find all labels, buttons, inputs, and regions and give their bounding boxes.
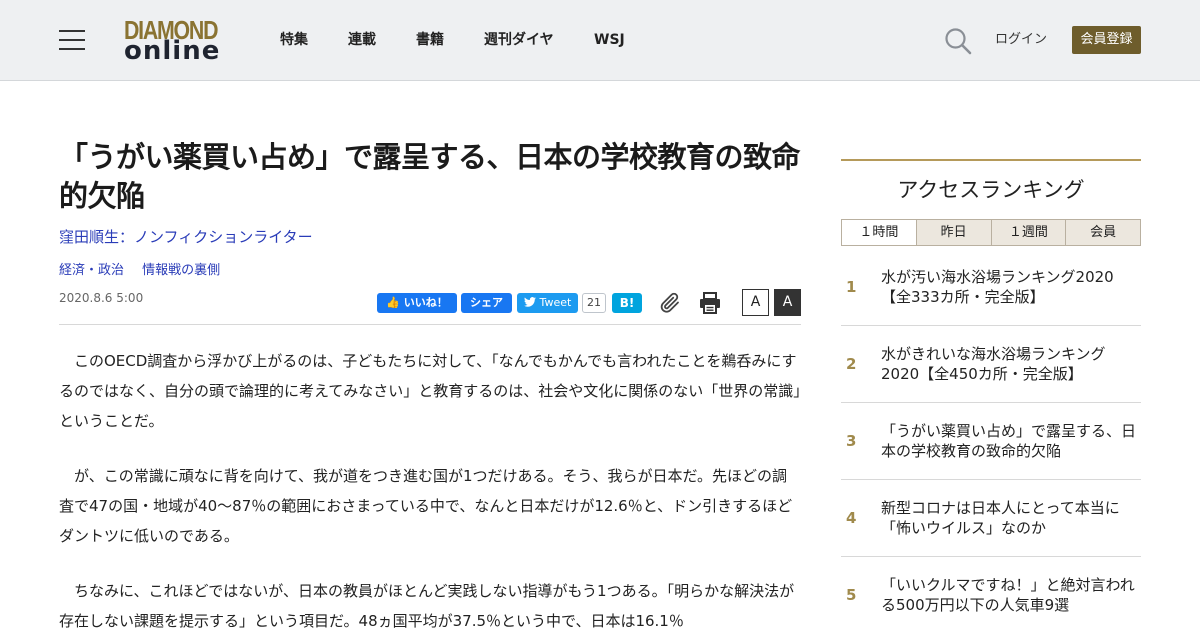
ranking-number: 4 <box>846 509 857 527</box>
ranking-item[interactable]: 2 水がきれいな海水浴場ランキング2020【全450カ所・完全版】 <box>841 326 1141 403</box>
ranking-item[interactable]: 1 水が汚い海水浴場ランキング2020【全333カ所・完全版】 <box>841 249 1141 326</box>
facebook-like-label: いいね！ <box>403 296 448 309</box>
search-icon[interactable] <box>944 27 972 55</box>
menu-icon-bar <box>59 30 85 32</box>
tab-yesterday[interactable]: 昨日 <box>915 220 991 245</box>
ranking-headline: 「うがい薬買い占め」で露呈する、日本の学校教育の致命的欠陥 <box>881 422 1137 460</box>
tab-1-hour[interactable]: １時間 <box>842 220 916 245</box>
menu-icon-bar <box>59 39 85 41</box>
article-tags: 経済・政治 情報戦の裏側 <box>59 262 234 280</box>
tag-link-series[interactable]: 情報戦の裏側 <box>142 263 220 278</box>
article-author[interactable]: 窪田順生：ノンフィクションライター <box>59 227 313 247</box>
nav-item-weekly-diamond[interactable]: 週刊ダイヤ <box>484 31 554 49</box>
tweet-button[interactable]: Tweet <box>517 293 578 313</box>
ranking-headline: 新型コロナは日本人にとって本当に「怖いウイルス」なのか <box>881 499 1120 537</box>
article-divider <box>59 324 801 325</box>
ranking-number: 3 <box>846 432 857 450</box>
font-size-large-button[interactable]: A <box>774 289 801 316</box>
thumbs-up-icon: 👍 <box>386 296 400 309</box>
article-paragraph: が、この常識に頑なに背を向けて、我が道をつき進む国が1つだけある。そう、我らが日… <box>59 467 793 545</box>
ranking-headline: 「いいクルマですね！」と絶対言われる500万円以下の人気車9選 <box>881 576 1135 614</box>
tab-members[interactable]: 会員 <box>1065 220 1140 245</box>
nav-item-wsj[interactable]: WSJ <box>594 31 625 49</box>
ranking-headline: 水がきれいな海水浴場ランキング2020【全450カ所・完全版】 <box>881 345 1106 383</box>
article-date: 2020.8.6 5:00 <box>59 291 144 305</box>
tab-1-week[interactable]: １週間 <box>990 220 1066 245</box>
article-title: 「うがい薬買い占め」で露呈する、日本の学校教育の致命的欠陥 <box>59 140 801 213</box>
ranking-item[interactable]: 5 「いいクルマですね！」と絶対言われる500万円以下の人気車9選 <box>841 557 1141 630</box>
logo-online-text: online <box>124 36 221 66</box>
article-paragraph: ちなみに、これほどではないが、日本の教員がほとんど実践しない指導がもう1つある。… <box>59 582 795 630</box>
article-body: このOECD調査から浮かび上がるのは、子どもたちに対して、「なんでもかんでも言わ… <box>59 346 801 630</box>
site-logo[interactable]: DIAMOND online <box>124 16 228 64</box>
ranking-headline: 水が汚い海水浴場ランキング2020【全333カ所・完全版】 <box>881 268 1114 306</box>
ranking-top-border <box>841 159 1141 161</box>
twitter-bird-icon <box>523 297 536 307</box>
nav-item-series[interactable]: 連載 <box>348 31 376 49</box>
ranking-number: 2 <box>846 355 857 373</box>
facebook-share-button[interactable]: シェア <box>461 293 512 313</box>
site-header: DIAMOND online 特集 連載 書籍 週刊ダイヤ WSJ ログイン 会… <box>0 0 1200 81</box>
ranking-item[interactable]: 3 「うがい薬買い占め」で露呈する、日本の学校教育の致命的欠陥 <box>841 403 1141 480</box>
font-size-normal-button[interactable]: A <box>742 289 769 316</box>
ranking-title: アクセスランキング <box>897 178 1085 202</box>
menu-icon-bar <box>59 48 85 50</box>
hatena-bookmark-button[interactable]: B! <box>612 293 642 313</box>
article-paragraph: このOECD調査から浮かび上がるのは、子どもたちに対して、「なんでもかんでも言わ… <box>59 352 801 430</box>
tag-link-economy-politics[interactable]: 経済・政治 <box>59 263 124 278</box>
tweet-label: Tweet <box>539 296 572 309</box>
menu-icon[interactable] <box>59 29 85 51</box>
clip-icon[interactable] <box>658 291 682 315</box>
ranking-number: 5 <box>846 586 857 604</box>
nav-item-features[interactable]: 特集 <box>280 31 308 49</box>
facebook-like-button[interactable]: 👍 いいね！ <box>377 293 457 313</box>
ranking-number: 1 <box>846 278 857 296</box>
login-link[interactable]: ログイン <box>995 31 1047 49</box>
nav-item-books[interactable]: 書籍 <box>416 31 444 49</box>
ranking-tabs: １時間 昨日 １週間 会員 <box>841 219 1141 246</box>
ranking-item[interactable]: 4 新型コロナは日本人にとって本当に「怖いウイルス」なのか <box>841 480 1141 557</box>
tweet-count: 21 <box>582 293 606 313</box>
print-icon[interactable] <box>698 291 722 315</box>
register-button[interactable]: 会員登録 <box>1072 26 1141 54</box>
